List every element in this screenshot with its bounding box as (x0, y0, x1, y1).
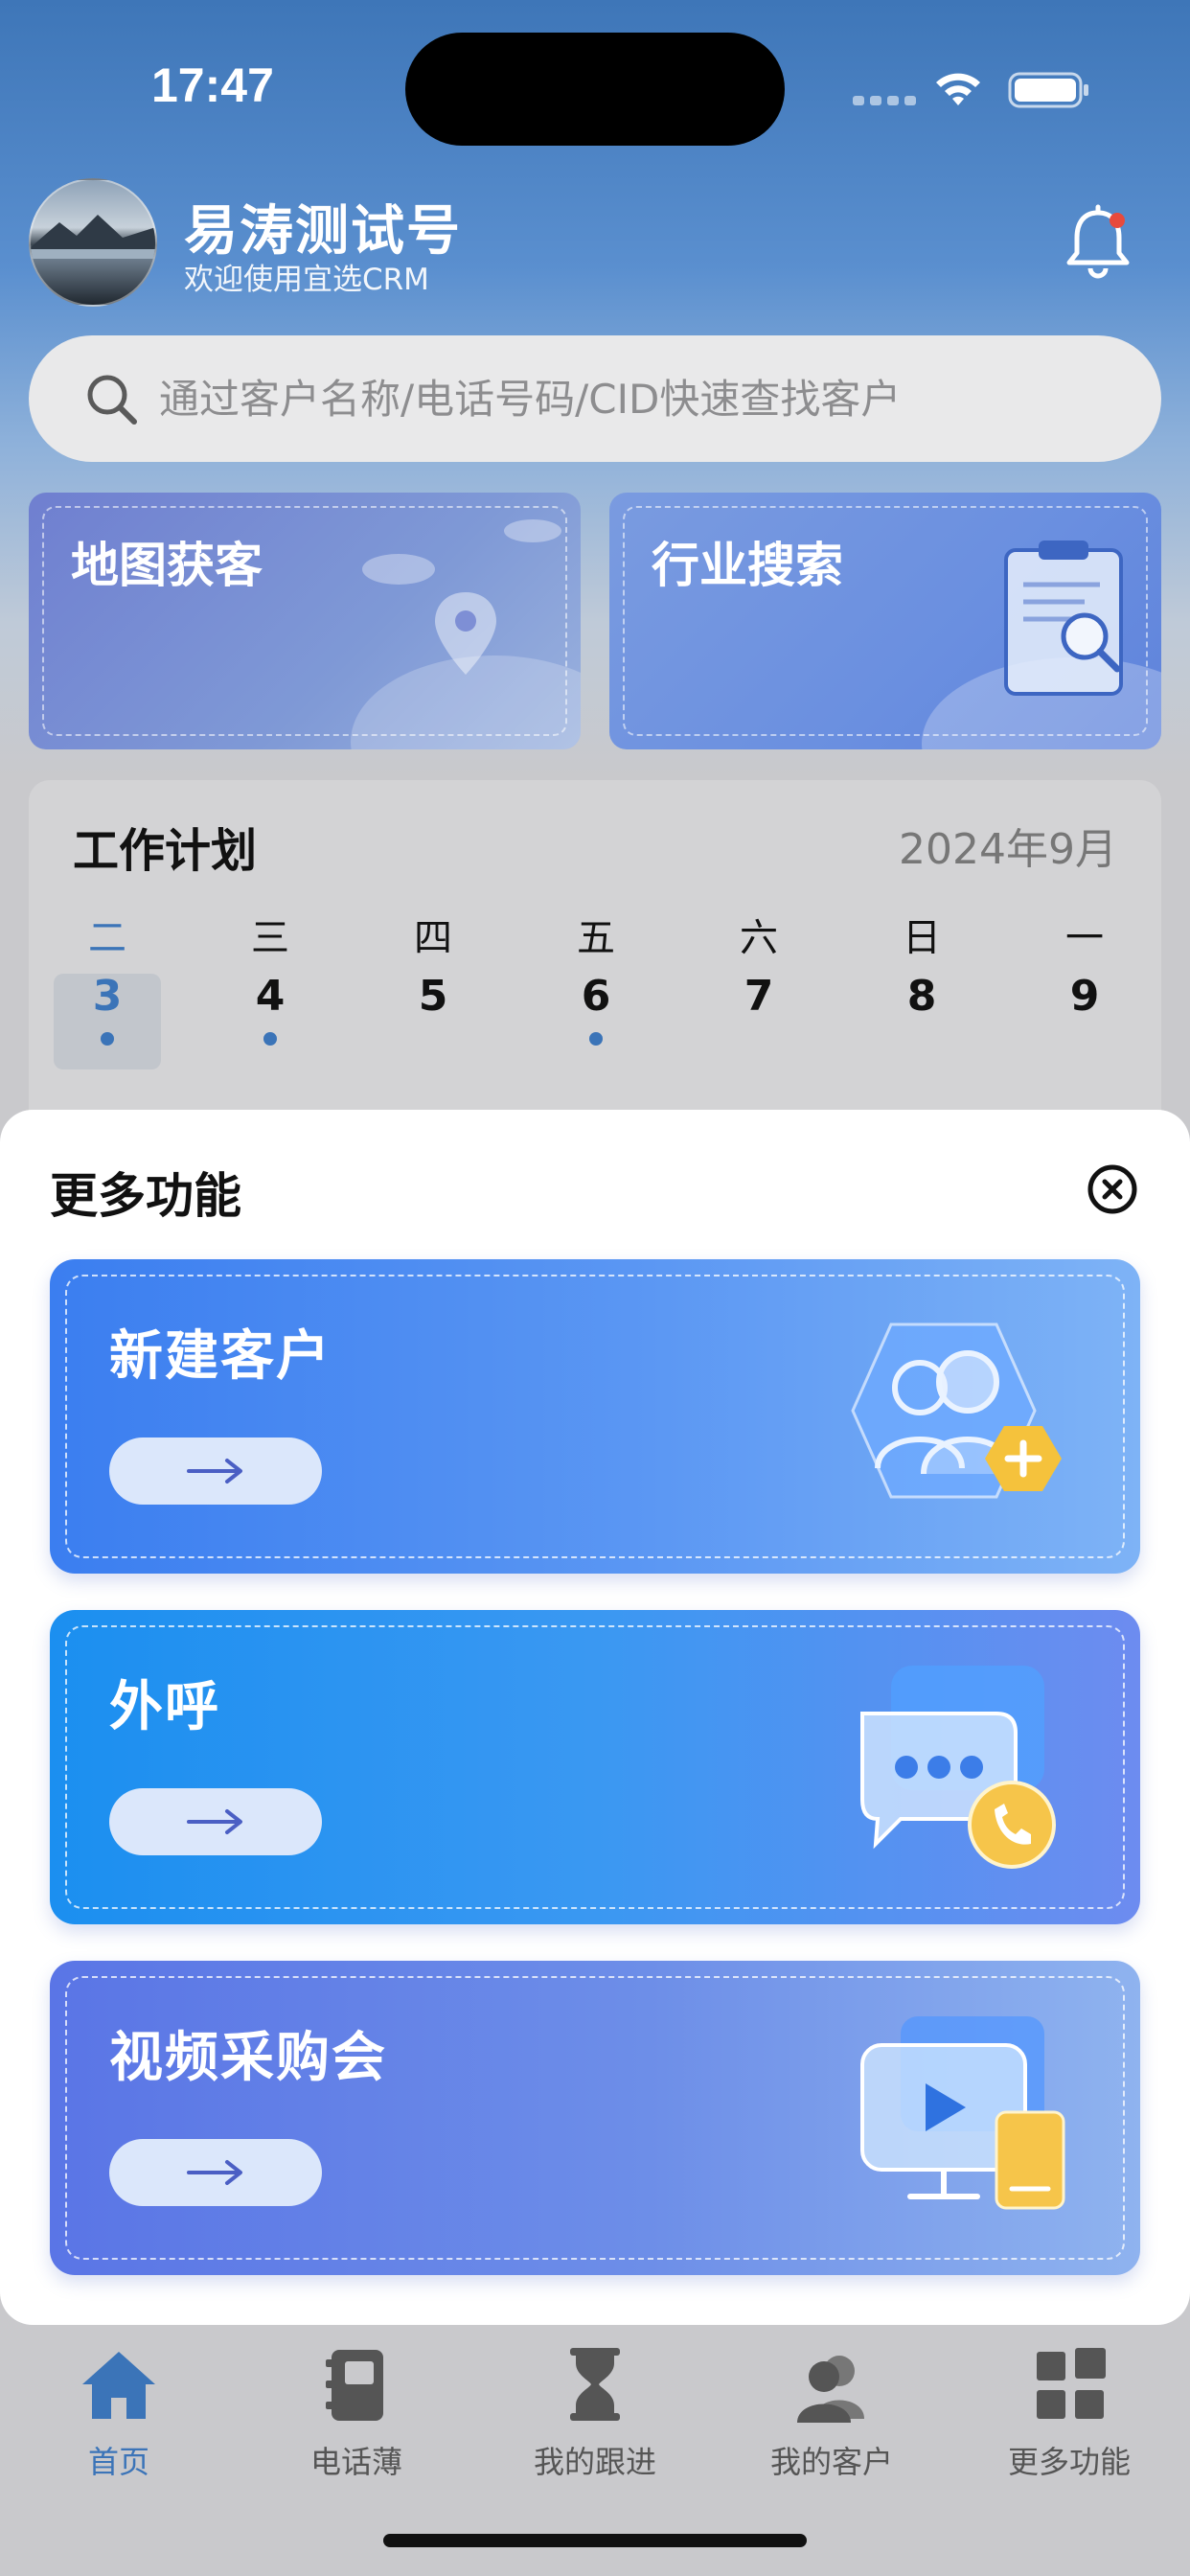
chat-phone-icon (860, 1666, 1056, 1869)
map-pin-icon (351, 519, 581, 749)
outbound-call-card[interactable]: 外呼 (50, 1610, 1140, 1924)
sheet-title: 更多功能 (50, 1168, 241, 1224)
search-icon (87, 375, 137, 425)
day-number: 6 (581, 972, 611, 1021)
calendar-day[interactable]: 三 4 (215, 907, 326, 1046)
tab-label: 我的跟进 (533, 2444, 656, 2480)
new-customer-title: 新建客户 (109, 1325, 332, 1388)
day-number: 7 (744, 972, 774, 1021)
calendar-day[interactable]: 日 8 (866, 907, 977, 1021)
arrow-right-icon (187, 1809, 242, 1834)
day-number: 5 (418, 972, 448, 1021)
outbound-call-go-button[interactable] (109, 1788, 322, 1855)
notification-dot (1110, 213, 1125, 228)
wifi-icon (936, 73, 980, 105)
map-customer-card[interactable]: 地图获客 (29, 493, 581, 749)
tab-my-customers[interactable]: 我的客户 (736, 2344, 927, 2482)
day-number: 8 (906, 972, 937, 1021)
new-customer-go-button[interactable] (109, 1438, 322, 1505)
tab-follow-up[interactable]: 我的跟进 (499, 2344, 691, 2482)
calendar-day[interactable]: 六 7 (703, 907, 814, 1021)
add-user-icon (851, 1322, 1062, 1499)
document-search-icon (922, 540, 1161, 749)
map-customer-label: 地图获客 (71, 538, 263, 593)
tab-label: 我的客户 (769, 2444, 893, 2480)
status-time: 17:47 (151, 58, 274, 112)
search-input[interactable] (159, 375, 1098, 423)
event-dot (101, 1032, 114, 1046)
day-of-week: 六 (740, 916, 778, 960)
calendar-day[interactable]: 五 6 (540, 907, 652, 1046)
video-monitor-icon (860, 2016, 1065, 2210)
day-of-week: 二 (88, 916, 126, 960)
home-indicator[interactable] (383, 2534, 807, 2547)
tab-label: 更多功能 (1007, 2444, 1131, 2480)
day-of-week: 日 (903, 916, 941, 960)
day-of-week: 四 (414, 916, 452, 960)
tab-label: 首页 (87, 2444, 149, 2480)
hourglass-icon (570, 2348, 620, 2421)
work-plan-title: 工作计划 (73, 824, 258, 878)
day-number: 3 (92, 972, 123, 1021)
work-plan-month[interactable]: 2024年9月 (899, 815, 1117, 876)
avatar[interactable] (29, 178, 157, 307)
search-bar[interactable] (29, 335, 1161, 462)
tab-phonebook[interactable]: 电话薄 (261, 2344, 452, 2482)
arrow-right-icon (187, 2160, 242, 2185)
cellular-signal-icon (853, 96, 916, 105)
phonebook-icon (326, 2350, 383, 2421)
arrow-right-icon (187, 1459, 242, 1484)
outbound-call-title: 外呼 (109, 1676, 220, 1738)
calendar-day[interactable]: 一 9 (1029, 907, 1140, 1021)
welcome-subtitle: 欢迎使用宜选CRM (184, 263, 429, 297)
event-dot (263, 1032, 277, 1046)
user-name: 易涛测试号 (184, 200, 462, 263)
tab-home[interactable]: 首页 (23, 2344, 215, 2482)
day-of-week: 五 (577, 916, 615, 960)
video-procurement-go-button[interactable] (109, 2139, 322, 2206)
tab-more-features[interactable]: 更多功能 (973, 2344, 1165, 2482)
customers-icon (797, 2356, 864, 2423)
event-dot (589, 1032, 603, 1046)
avatar-landscape-icon (31, 215, 155, 259)
battery-icon (1008, 72, 1088, 108)
calendar-day[interactable]: 二 3 (52, 907, 163, 1070)
week-strip: 二 3 三 4 四 5 五 6 六 7 日 8 一 9 (52, 907, 1140, 1070)
day-of-week: 一 (1065, 916, 1104, 960)
calendar-day[interactable]: 四 5 (378, 907, 489, 1021)
industry-search-label: 行业搜索 (652, 538, 843, 593)
grid-icon (1037, 2348, 1106, 2419)
home-icon (82, 2352, 155, 2419)
video-procurement-title: 视频采购会 (109, 2027, 387, 2089)
close-icon[interactable] (1087, 1163, 1138, 1215)
day-of-week: 三 (251, 916, 289, 960)
dynamic-island (405, 33, 785, 146)
new-customer-card[interactable]: 新建客户 (50, 1259, 1140, 1574)
tab-label: 电话薄 (309, 2444, 402, 2480)
video-procurement-card[interactable]: 视频采购会 (50, 1961, 1140, 2275)
status-bar: 17:47 (0, 0, 1190, 146)
day-number: 4 (255, 972, 286, 1021)
more-features-sheet: 更多功能 新建客户 外呼 视频采购会 (0, 1110, 1190, 2325)
industry-search-card[interactable]: 行业搜索 (609, 493, 1161, 749)
day-number: 9 (1069, 972, 1100, 1021)
